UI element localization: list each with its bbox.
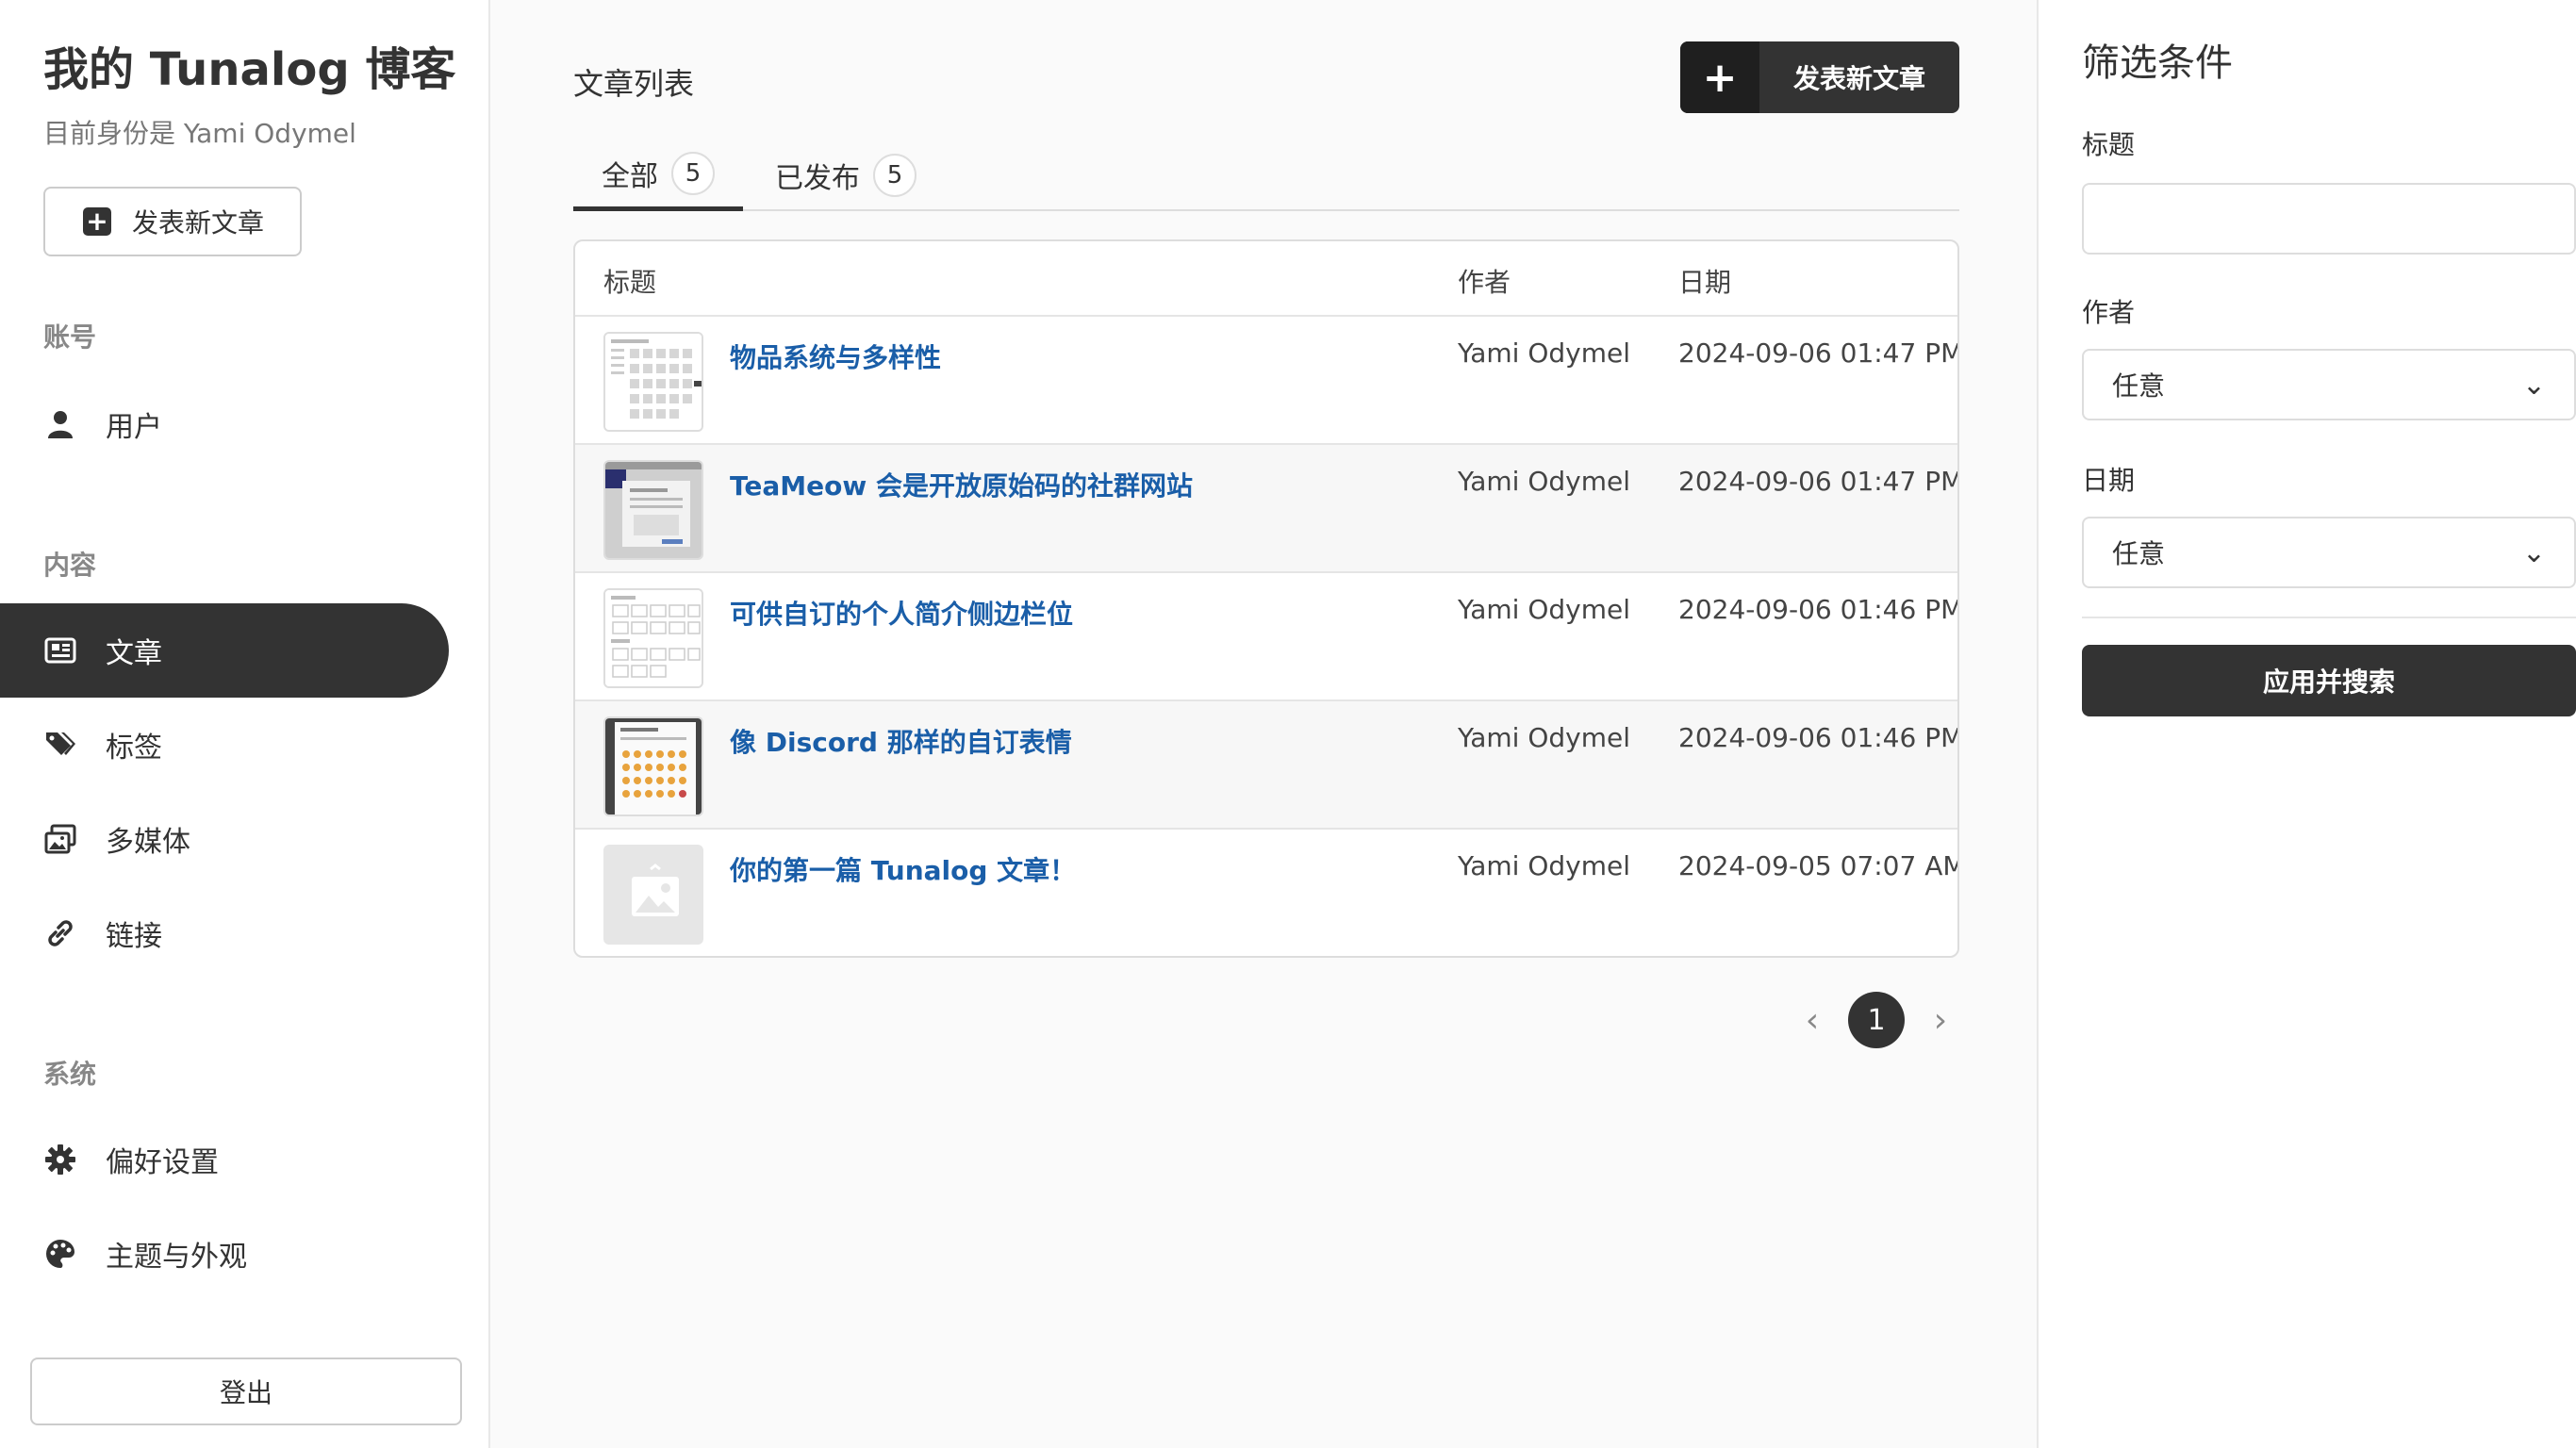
filter-title-input[interactable] — [2082, 183, 2576, 255]
table-row[interactable]: 你的第一篇 Tunalog 文章！ Yami Odymel 2024-09-05… — [575, 830, 1959, 956]
tab-count-badge: 5 — [671, 151, 715, 195]
sidebar-item-tags[interactable]: 标签 — [0, 698, 449, 792]
post-date: 2024-09-05 07:07 AM — [1678, 850, 1959, 881]
user-icon — [43, 407, 77, 441]
newspaper-icon — [43, 634, 77, 667]
filter-title-label: 标题 — [2082, 129, 2136, 160]
apply-search-button[interactable]: 应用并搜索 — [2082, 645, 2576, 716]
link-icon — [43, 916, 77, 950]
post-date: 2024-09-06 01:47 PM — [1678, 466, 1959, 497]
sidebar-item-label: 链接 — [106, 920, 162, 953]
tags-icon — [43, 728, 77, 762]
post-date: 2024-09-06 01:47 PM — [1678, 337, 1959, 369]
new-post-button[interactable]: + 发表新文章 — [1680, 41, 1959, 113]
posts-table: 标题 作者 日期 物品系统与多样性 Yami Odymel 2024-09-06… — [573, 239, 1959, 958]
chevron-down-icon: ⌄ — [2521, 535, 2546, 569]
main-content: 文章列表 + 发表新文章 全部 5 已发布 5 标题 作者 日期 物品系统与多样… — [490, 0, 2037, 1448]
plus-square-icon: + — [83, 207, 111, 236]
table-row[interactable]: TeaMeow 会是开放原始码的社群网站 Yami Odymel 2024-09… — [575, 445, 1957, 573]
sidebar-item-label: 文章 — [106, 637, 162, 670]
filter-date-label: 日期 — [2082, 465, 2136, 496]
filter-date-value: 任意 — [2112, 538, 2166, 569]
section-label-account: 账号 — [43, 321, 97, 353]
sidebar-item-label: 偏好设置 — [106, 1146, 219, 1179]
table-header: 标题 作者 日期 — [575, 241, 1957, 317]
table-row[interactable]: 可供自订的个人简介侧边栏位 Yami Odymel 2024-09-06 01:… — [575, 573, 1957, 701]
section-label-system: 系统 — [43, 1059, 97, 1090]
post-title-link[interactable]: 像 Discord 那样的自订表情 — [730, 722, 1072, 760]
filter-title: 筛选条件 — [2082, 41, 2233, 85]
post-author: Yami Odymel — [1458, 722, 1631, 753]
post-thumbnail[interactable] — [603, 588, 703, 688]
sidebar-item-label: 主题与外观 — [106, 1241, 247, 1274]
tab-label: 全部 — [602, 159, 658, 193]
plus-icon: + — [1680, 41, 1759, 113]
table-row[interactable]: 物品系统与多样性 Yami Odymel 2024-09-06 01:47 PM — [575, 317, 1957, 445]
sidebar-item-label: 用户 — [106, 411, 162, 444]
chevron-down-icon: ⌄ — [2521, 368, 2546, 402]
chevron-right-icon[interactable]: › — [1920, 992, 1961, 1048]
post-title-link[interactable]: 可供自订的个人简介侧边栏位 — [730, 594, 1073, 632]
palette-icon — [43, 1237, 77, 1271]
page-title: 文章列表 — [573, 66, 695, 102]
post-tabs: 全部 5 已发布 5 — [573, 140, 1959, 211]
post-thumbnail[interactable] — [603, 460, 703, 560]
tab-published[interactable]: 已发布 5 — [747, 140, 945, 211]
filter-date-select[interactable]: 任意 ⌄ — [2082, 517, 2576, 588]
chevron-left-icon[interactable]: ‹ — [1792, 992, 1833, 1048]
sidebar-new-post-button[interactable]: + 发表新文章 — [43, 187, 302, 256]
post-title-link[interactable]: TeaMeow 会是开放原始码的社群网站 — [730, 466, 1193, 503]
sidebar-item-links[interactable]: 链接 — [0, 886, 449, 980]
post-title-link[interactable]: 你的第一篇 Tunalog 文章！ — [730, 850, 1076, 888]
sidebar-item-posts[interactable]: 文章 — [0, 603, 449, 698]
sidebar: 我的 Tunalog 博客 目前身份是 Yami Odymel + 发表新文章 … — [0, 0, 490, 1448]
post-author: Yami Odymel — [1458, 850, 1631, 881]
section-label-content: 内容 — [43, 550, 97, 581]
column-header-author: 作者 — [1458, 267, 1511, 298]
filter-author-label: 作者 — [2082, 297, 2136, 328]
post-date: 2024-09-06 01:46 PM — [1678, 722, 1959, 753]
sidebar-item-label: 标签 — [106, 732, 162, 765]
post-thumbnail[interactable] — [603, 716, 703, 816]
sidebar-item-preferences[interactable]: 偏好设置 — [0, 1112, 449, 1207]
images-icon — [43, 822, 77, 856]
sidebar-item-label: 多媒体 — [106, 826, 190, 859]
site-title: 我的 Tunalog 博客 — [43, 43, 456, 96]
tab-label: 已发布 — [775, 162, 860, 195]
tab-all[interactable]: 全部 5 — [573, 140, 743, 211]
filter-author-select[interactable]: 任意 ⌄ — [2082, 349, 2576, 420]
post-author: Yami Odymel — [1458, 466, 1631, 497]
new-post-label: 发表新文章 — [1792, 63, 1925, 94]
post-author: Yami Odymel — [1458, 337, 1631, 369]
table-row[interactable]: 像 Discord 那样的自订表情 Yami Odymel 2024-09-06… — [575, 701, 1957, 830]
divider — [2082, 617, 2576, 618]
post-thumbnail[interactable] — [603, 332, 703, 432]
sidebar-new-post-label: 发表新文章 — [132, 207, 265, 239]
gear-icon — [43, 1143, 77, 1176]
post-date: 2024-09-06 01:46 PM — [1678, 594, 1959, 625]
sidebar-item-media[interactable]: 多媒体 — [0, 792, 449, 886]
pagination: ‹ 1 › — [1792, 992, 1961, 1048]
post-title-link[interactable]: 物品系统与多样性 — [730, 337, 941, 375]
identity-text: 目前身份是 Yami Odymel — [43, 118, 356, 149]
post-author: Yami Odymel — [1458, 594, 1631, 625]
filter-author-value: 任意 — [2112, 370, 2166, 402]
image-placeholder-icon[interactable] — [603, 845, 703, 945]
sidebar-item-users[interactable]: 用户 — [0, 377, 449, 471]
tab-count-badge: 5 — [873, 154, 916, 197]
column-header-title: 标题 — [603, 267, 657, 298]
page-button-current[interactable]: 1 — [1848, 992, 1905, 1048]
logout-button[interactable]: 登出 — [30, 1358, 462, 1425]
filter-panel: 筛选条件 标题 作者 任意 ⌄ 日期 任意 ⌄ 应用并搜索 — [2037, 0, 2576, 1448]
app-window: 我的 Tunalog 博客 目前身份是 Yami Odymel + 发表新文章 … — [0, 0, 2576, 1448]
sidebar-item-theme[interactable]: 主题与外观 — [0, 1207, 449, 1301]
column-header-date: 日期 — [1678, 267, 1732, 298]
